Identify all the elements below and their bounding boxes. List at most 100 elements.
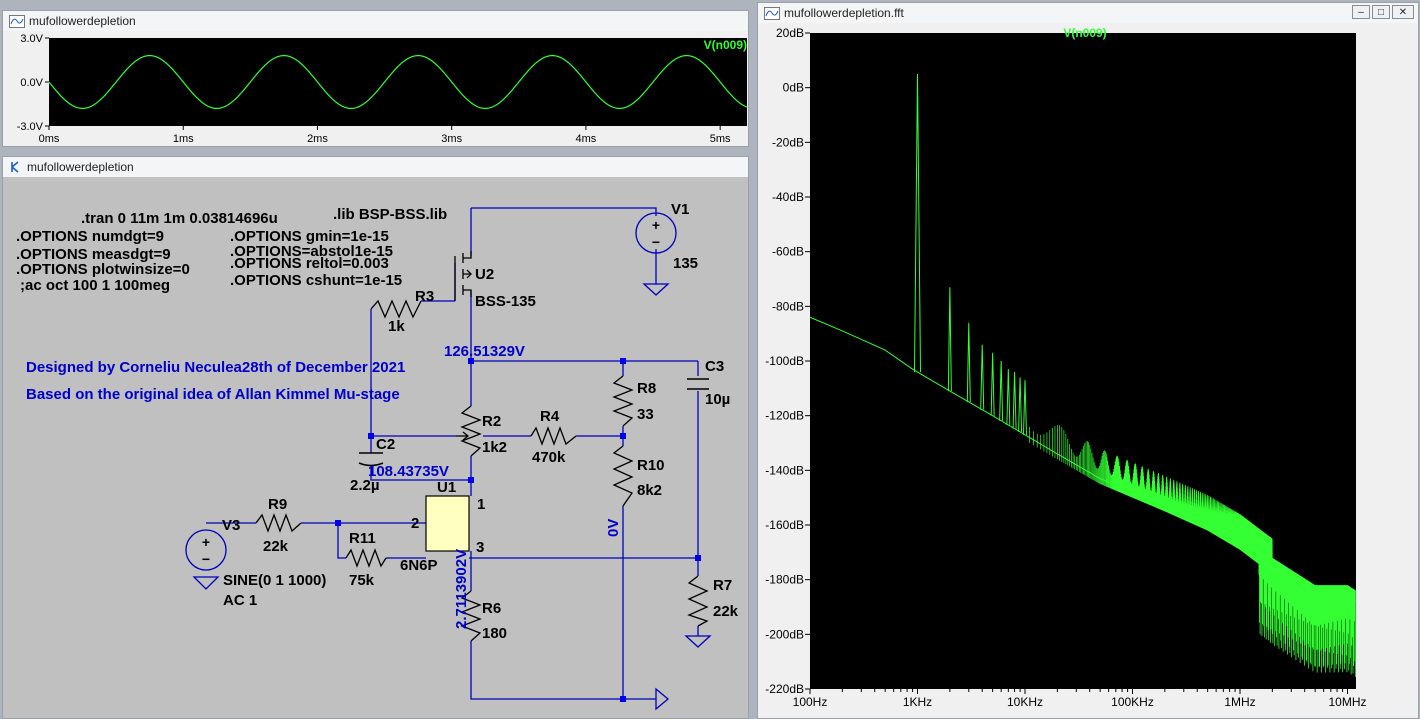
v3-value2: AC 1 bbox=[223, 592, 257, 609]
directive-cshunt[interactable]: .OPTIONS cshunt=1e-15 bbox=[230, 272, 402, 289]
y-tick-label: 20dB bbox=[776, 26, 804, 40]
r6-name: R6 bbox=[482, 600, 501, 617]
y-tick-label: -140dB bbox=[765, 463, 804, 477]
x-tick-label: 2ms bbox=[307, 133, 328, 145]
y-tick-label: -3.0V bbox=[17, 121, 44, 133]
y-tick-label: -180dB bbox=[765, 573, 804, 587]
waveform-icon bbox=[9, 14, 25, 28]
node-voltage-b-plus: 126.51329V bbox=[444, 343, 525, 360]
trace-label[interactable]: V(n009) bbox=[704, 38, 747, 52]
minimize-icon: – bbox=[1358, 7, 1364, 18]
node-voltage-anode: 108.43735V bbox=[368, 463, 449, 480]
u2-name: U2 bbox=[475, 266, 494, 283]
r2-value: 1k2 bbox=[482, 439, 507, 456]
y-tick-label: -60dB bbox=[772, 245, 804, 259]
y-tick-label: -200dB bbox=[765, 627, 804, 641]
close-icon: ✕ bbox=[1398, 7, 1408, 18]
note-designer[interactable]: Designed by Corneliu Neculea28th of Dece… bbox=[26, 359, 405, 376]
x-tick-label: 10MHz bbox=[1328, 695, 1366, 709]
r11-name: R11 bbox=[349, 530, 376, 547]
window-title: mufollowerdepletion bbox=[27, 160, 134, 174]
r10-name: R10 bbox=[637, 457, 665, 474]
trace-label[interactable]: V(n009) bbox=[1063, 26, 1106, 40]
y-tick-label: -160dB bbox=[765, 518, 804, 532]
y-tick-label: -40dB bbox=[772, 190, 804, 204]
x-tick-label: 100KHz bbox=[1111, 695, 1154, 709]
schematic-canvas[interactable]: + − V1 135 U2 BSS-135 R3 1k C3 10µ R8 33… bbox=[3, 177, 748, 717]
y-tick-label: 0dB bbox=[783, 81, 804, 95]
r4-value: 470k bbox=[532, 449, 566, 466]
directive-reltol[interactable]: .OPTIONS reltol=0.003 bbox=[230, 255, 389, 272]
y-tick-label: -20dB bbox=[772, 135, 804, 149]
u1-name: U1 bbox=[437, 479, 456, 496]
schematic-window[interactable]: mufollowerdepletion + − V1 135 U2 BSS-13… bbox=[2, 156, 749, 719]
u1-pin2: 2 bbox=[411, 515, 419, 532]
note-origin[interactable]: Based on the original idea of Allan Kimm… bbox=[26, 386, 400, 403]
x-tick-label: 1ms bbox=[173, 133, 194, 145]
window-title: mufollowerdepletion bbox=[29, 14, 136, 28]
svg-text:+: + bbox=[202, 534, 210, 550]
c3-name: C3 bbox=[705, 358, 724, 375]
directive-numdgt[interactable]: .OPTIONS numdgt=9 bbox=[16, 228, 164, 245]
window-title: mufollowerdepletion.fft bbox=[784, 6, 904, 20]
r10-value: 8k2 bbox=[637, 482, 662, 499]
x-tick-label: 1KHz bbox=[903, 695, 932, 709]
r3-name: R3 bbox=[415, 288, 434, 305]
r8-value: 33 bbox=[637, 406, 654, 423]
x-tick-label: 100Hz bbox=[793, 695, 828, 709]
y-tick-label: -120dB bbox=[765, 409, 804, 423]
svg-text:+: + bbox=[652, 217, 660, 233]
maximize-icon: □ bbox=[1377, 7, 1385, 18]
x-tick-label: 3ms bbox=[441, 133, 462, 145]
x-tick-label: 4ms bbox=[576, 133, 597, 145]
r9-value: 22k bbox=[263, 538, 289, 555]
r11-value: 75k bbox=[349, 572, 375, 589]
minimize-button[interactable]: – bbox=[1352, 5, 1370, 19]
y-tick-label: 3.0V bbox=[20, 33, 43, 45]
directive-lib[interactable]: .lib BSP-BSS.lib bbox=[333, 206, 447, 223]
directive-plotwinsize[interactable]: .OPTIONS plotwinsize=0 bbox=[16, 261, 190, 278]
r9-name: R9 bbox=[268, 496, 287, 513]
fft-plot-window[interactable]: mufollowerdepletion.fft – □ ✕ 20dB 0dB -20… bbox=[757, 2, 1419, 719]
u2-value: BSS-135 bbox=[475, 293, 536, 310]
u1-pin1: 1 bbox=[477, 496, 485, 513]
title-bar[interactable]: mufollowerdepletion.fft – □ ✕ bbox=[758, 3, 1418, 23]
r2-name: R2 bbox=[482, 413, 501, 430]
title-bar[interactable]: mufollowerdepletion bbox=[3, 11, 748, 31]
u1-pin3: 3 bbox=[476, 539, 484, 556]
c2-name: C2 bbox=[376, 436, 395, 453]
svg-text:−: − bbox=[652, 234, 660, 250]
y-tick-label: -100dB bbox=[765, 354, 804, 368]
r7-name: R7 bbox=[713, 577, 732, 594]
node-voltage-gnd: 0V bbox=[605, 519, 622, 537]
transient-plot-window[interactable]: mufollowerdepletion 3.0V 0.0V -3.0V 0ms 1ms… bbox=[2, 10, 749, 147]
u1-value: 6N6P bbox=[400, 557, 438, 574]
v1-value: 135 bbox=[673, 255, 698, 272]
plot-area[interactable] bbox=[49, 38, 747, 126]
r3-value: 1k bbox=[388, 318, 405, 335]
v3-name: V3 bbox=[222, 517, 240, 534]
r4-name: R4 bbox=[540, 408, 560, 425]
y-tick-label: -220dB bbox=[765, 682, 804, 696]
fft-icon bbox=[764, 6, 780, 20]
node-voltage-cathode: 2.7113902V bbox=[453, 549, 470, 629]
v3-value: SINE(0 1 1000) bbox=[223, 572, 326, 589]
transient-plot[interactable]: 3.0V 0.0V -3.0V 0ms 1ms 2ms 3ms 4ms 5ms V(n009) bbox=[3, 31, 748, 146]
y-tick-label: 0.0V bbox=[20, 77, 43, 89]
y-tick-label: -80dB bbox=[772, 299, 804, 313]
directive-ac[interactable]: ;ac oct 100 1 100meg bbox=[20, 277, 170, 294]
r8-name: R8 bbox=[637, 380, 656, 397]
x-tick-label: 0ms bbox=[39, 133, 60, 145]
x-tick-label: 1MHz bbox=[1224, 695, 1255, 709]
r7-value: 22k bbox=[713, 603, 739, 620]
x-tick-label: 5ms bbox=[710, 133, 731, 145]
maximize-button[interactable]: □ bbox=[1372, 5, 1390, 19]
svg-text:−: − bbox=[202, 551, 210, 567]
directive-tran[interactable]: .tran 0 11m 1m 0.03814696u bbox=[81, 210, 278, 227]
x-tick-label: 10KHz bbox=[1007, 695, 1043, 709]
schematic-icon bbox=[11, 161, 19, 173]
fft-plot[interactable]: 20dB 0dB -20dB -40dB -60dB -80dB -100dB -120dB -… bbox=[758, 23, 1418, 718]
title-bar[interactable]: mufollowerdepletion bbox=[3, 157, 748, 177]
spice-directives[interactable]: .tran 0 11m 1m 0.03814696u .OPTIONS numd… bbox=[16, 206, 447, 294]
close-button[interactable]: ✕ bbox=[1392, 5, 1414, 19]
